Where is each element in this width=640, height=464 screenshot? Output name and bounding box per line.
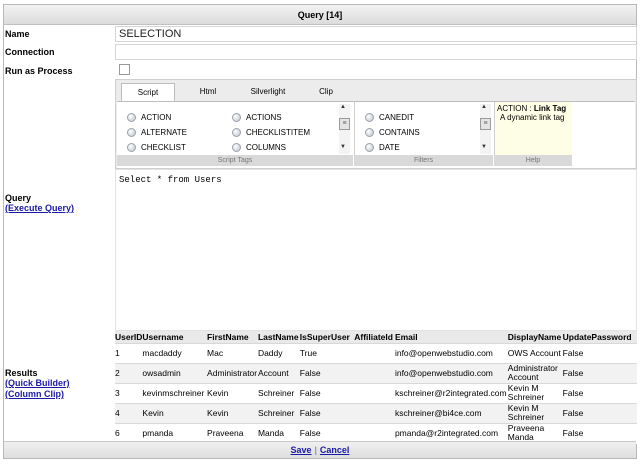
save-button[interactable]: Save xyxy=(291,445,312,455)
query-window: Query [14] Name Connection Run as Proces… xyxy=(3,4,637,459)
column-header[interactable]: AffiliateId xyxy=(354,331,395,343)
help-description: A dynamic link tag xyxy=(500,113,565,122)
script-tags-list: ACTION ALTERNATE CHECKLIST ACTIONS CHECK… xyxy=(117,102,353,155)
column-header[interactable]: UserID xyxy=(115,331,143,343)
action-separator: | xyxy=(314,445,317,455)
scroll-thumb[interactable]: ≡ xyxy=(339,118,350,130)
help-title: ACTION : Link Tag xyxy=(497,104,567,113)
column-header[interactable]: UpdatePassword xyxy=(562,331,637,343)
tab-html[interactable]: Html xyxy=(182,83,234,101)
scroll-down-icon[interactable]: ▼ xyxy=(340,144,346,150)
column-header[interactable]: IsSuperUser xyxy=(299,331,355,343)
script-tag-panel: Script Html Silverlight Clip ACTION ALTE… xyxy=(115,79,637,169)
quick-builder-link[interactable]: (Quick Builder) xyxy=(5,378,70,388)
filters-footer: Filters xyxy=(354,155,493,166)
help-footer: Help xyxy=(494,155,572,166)
run-as-process-checkbox[interactable] xyxy=(119,64,130,75)
table-row[interactable]: 2 owsadmin Administrator Account False info@o… xyxy=(115,362,637,383)
help-box: ACTION : Link Tag A dynamic link tag xyxy=(494,102,572,155)
table-row[interactable]: 1 macdaddy Mac Daddy True info@openwebstudio.… xyxy=(115,342,637,363)
radio-icon xyxy=(127,113,136,122)
name-label: Name xyxy=(5,29,30,39)
scroll-down-icon[interactable]: ▼ xyxy=(481,144,487,150)
column-header[interactable]: Email xyxy=(394,331,508,343)
tab-silverlight[interactable]: Silverlight xyxy=(240,83,296,101)
radio-icon xyxy=(232,113,241,122)
action-bar: Save | Cancel xyxy=(4,441,636,458)
window-title: Query [14] xyxy=(4,5,636,25)
query-label: Query xyxy=(5,193,32,203)
table-row[interactable]: 3 kevinmschreiner Kevin Schreiner False kschr… xyxy=(115,382,637,403)
radio-icon xyxy=(365,113,374,122)
radio-icon xyxy=(365,128,374,137)
results-table-container: UserID Username FirstName LastName IsSup… xyxy=(115,331,637,444)
scroll-thumb[interactable]: ≡ xyxy=(480,118,491,130)
scroll-up-icon[interactable]: ▲ xyxy=(481,104,487,110)
table-row[interactable]: 6 pmanda Praveena Manda False pmanda@r2integr… xyxy=(115,422,637,443)
script-tags-scrollbar[interactable]: ▲ ≡ ▼ xyxy=(339,104,350,154)
radio-icon xyxy=(127,128,136,137)
column-header[interactable]: Username xyxy=(142,331,208,343)
column-header[interactable]: LastName xyxy=(257,331,300,343)
tab-content: ACTION ALTERNATE CHECKLIST ACTIONS CHECK… xyxy=(117,101,635,168)
connection-input[interactable] xyxy=(115,44,637,60)
radio-icon xyxy=(127,143,136,152)
column-header[interactable]: DisplayName xyxy=(507,331,563,343)
script-tags-footer: Script Tags xyxy=(117,155,353,166)
filters-list: CANEDIT CONTAINS DATE ▲ ≡ ▼ xyxy=(354,102,493,155)
connection-label: Connection xyxy=(5,47,55,57)
tab-script[interactable]: Script xyxy=(121,83,175,101)
results-table: UserID Username FirstName LastName IsSup… xyxy=(115,331,637,443)
query-editor[interactable]: Select * from Users xyxy=(115,169,637,331)
column-header[interactable]: FirstName xyxy=(207,331,258,343)
results-header-row: UserID Username FirstName LastName IsSup… xyxy=(115,331,637,343)
scroll-up-icon[interactable]: ▲ xyxy=(340,104,346,110)
filters-scrollbar[interactable]: ▲ ≡ ▼ xyxy=(480,104,491,154)
tab-clip[interactable]: Clip xyxy=(304,83,348,101)
table-row[interactable]: 4 Kevin Kevin Schreiner False kschreiner@bi4c… xyxy=(115,402,637,423)
results-label: Results xyxy=(5,368,38,378)
radio-icon xyxy=(365,143,374,152)
radio-icon xyxy=(232,143,241,152)
name-input[interactable] xyxy=(115,26,637,42)
cancel-button[interactable]: Cancel xyxy=(320,445,350,455)
run-as-process-label: Run as Process xyxy=(5,66,73,76)
column-clip-link[interactable]: (Column Clip) xyxy=(5,389,64,399)
execute-query-link[interactable]: (Execute Query) xyxy=(5,203,74,213)
radio-icon xyxy=(232,128,241,137)
